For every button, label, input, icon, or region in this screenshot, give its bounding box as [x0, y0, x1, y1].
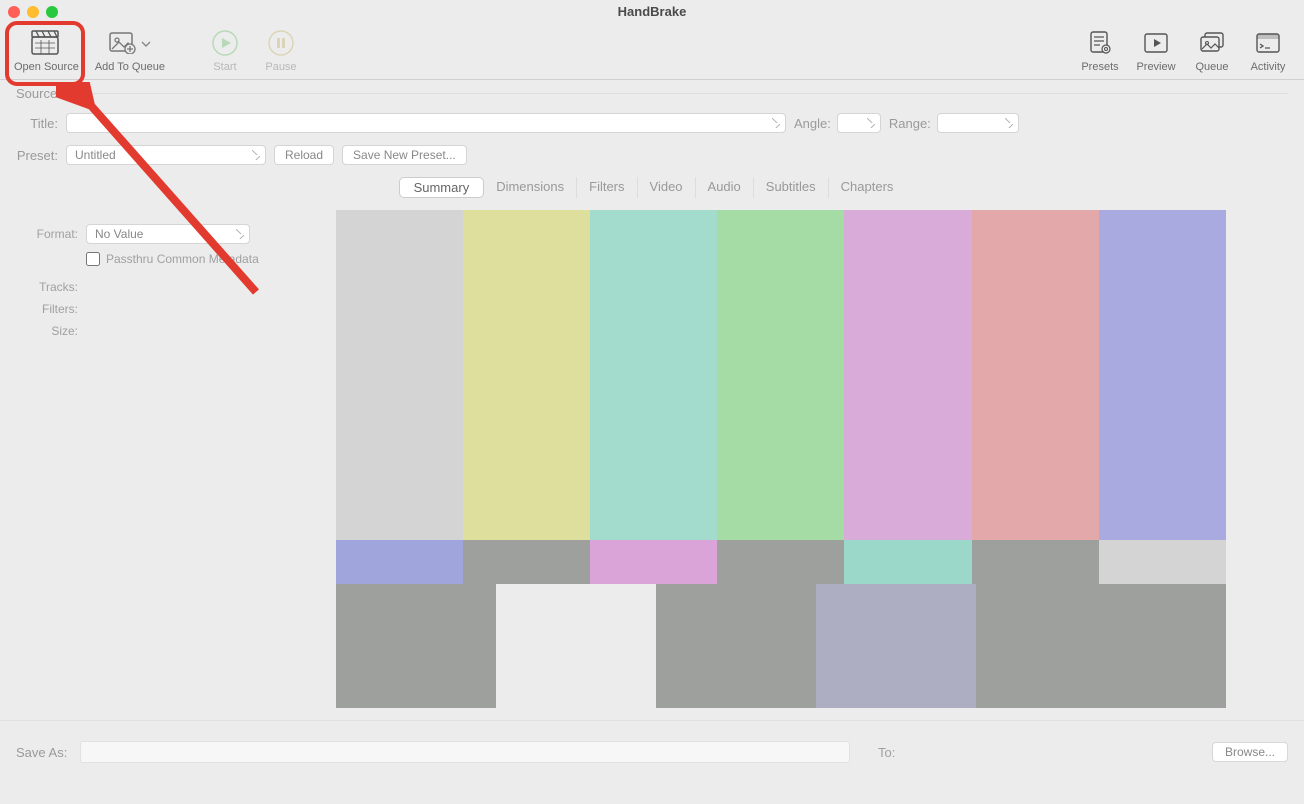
size-label: Size:: [24, 324, 78, 338]
add-to-queue-label: Add To Queue: [95, 61, 165, 73]
open-source-button[interactable]: Open Source: [6, 27, 87, 73]
format-select[interactable]: No Value: [86, 224, 250, 244]
terminal-icon: [1255, 27, 1281, 59]
preview-label: Preview: [1136, 61, 1175, 73]
tab-chapters[interactable]: Chapters: [829, 177, 906, 198]
close-window[interactable]: [8, 6, 20, 18]
window-title: HandBrake: [0, 4, 1304, 19]
range-select[interactable]: [937, 113, 1019, 133]
toolbar: Open Source Add To Queue Start Pause Pre…: [0, 23, 1304, 80]
reload-button[interactable]: Reload: [274, 145, 334, 165]
queue-button[interactable]: Queue: [1184, 27, 1240, 73]
tab-filters[interactable]: Filters: [577, 177, 637, 198]
activity-label: Activity: [1251, 61, 1286, 73]
clapperboard-icon: [31, 27, 61, 59]
filters-label: Filters:: [24, 302, 78, 316]
minimize-window[interactable]: [27, 6, 39, 18]
play-icon: [212, 27, 238, 59]
preview-image: [336, 210, 1226, 708]
open-source-label: Open Source: [14, 61, 79, 73]
source-divider: [75, 93, 1288, 94]
activity-button[interactable]: Activity: [1240, 27, 1296, 73]
saveas-label: Save As:: [16, 745, 72, 760]
presets-button[interactable]: Presets: [1072, 27, 1128, 73]
tracks-label: Tracks:: [24, 280, 78, 294]
saveas-input[interactable]: [80, 741, 850, 763]
title-row: Title: Angle: Range:: [0, 107, 1304, 139]
format-label: Format:: [24, 227, 78, 241]
stack-icon: [1198, 27, 1226, 59]
start-label: Start: [213, 61, 236, 73]
tab-video[interactable]: Video: [638, 177, 696, 198]
tab-subtitles[interactable]: Subtitles: [754, 177, 829, 198]
range-label: Range:: [889, 116, 931, 131]
start-button[interactable]: Start: [197, 27, 253, 73]
tab-bar: Summary Dimensions Filters Video Audio S…: [0, 177, 1304, 198]
image-plus-icon: [109, 30, 137, 57]
browse-button[interactable]: Browse...: [1212, 742, 1288, 762]
pause-icon: [268, 27, 294, 59]
pause-label: Pause: [265, 61, 296, 73]
pause-button[interactable]: Pause: [253, 27, 309, 73]
queue-label: Queue: [1195, 61, 1228, 73]
presets-label: Presets: [1081, 61, 1118, 73]
passthru-label: Passthru Common Metadata: [106, 252, 259, 266]
preview-button[interactable]: Preview: [1128, 27, 1184, 73]
titlebar: HandBrake: [0, 0, 1304, 23]
title-select[interactable]: [66, 113, 786, 133]
add-to-queue-button[interactable]: Add To Queue: [87, 27, 173, 73]
source-label: Source:: [16, 86, 61, 101]
zoom-window[interactable]: [46, 6, 58, 18]
summary-left-column: Format: No Value Passthru Common Metadat…: [24, 210, 324, 708]
chevron-down-icon[interactable]: [141, 36, 151, 51]
angle-label: Angle:: [794, 116, 831, 131]
source-row: Source:: [0, 80, 1304, 107]
document-gear-icon: [1087, 27, 1113, 59]
tab-summary[interactable]: Summary: [399, 177, 485, 198]
image-play-icon: [1143, 27, 1169, 59]
preset-label: Preset:: [16, 148, 58, 163]
preset-select[interactable]: Untitled: [66, 145, 266, 165]
preset-row: Preset: Untitled Reload Save New Preset.…: [0, 139, 1304, 171]
save-as-row: Save As: To: Browse...: [0, 721, 1304, 769]
title-label: Title:: [16, 116, 58, 131]
save-new-preset-button[interactable]: Save New Preset...: [342, 145, 467, 165]
summary-panel: Format: No Value Passthru Common Metadat…: [0, 206, 1304, 721]
passthru-checkbox[interactable]: [86, 252, 100, 266]
tab-audio[interactable]: Audio: [696, 177, 754, 198]
tab-dimensions[interactable]: Dimensions: [484, 177, 577, 198]
to-label: To:: [878, 745, 895, 760]
angle-select[interactable]: [837, 113, 881, 133]
